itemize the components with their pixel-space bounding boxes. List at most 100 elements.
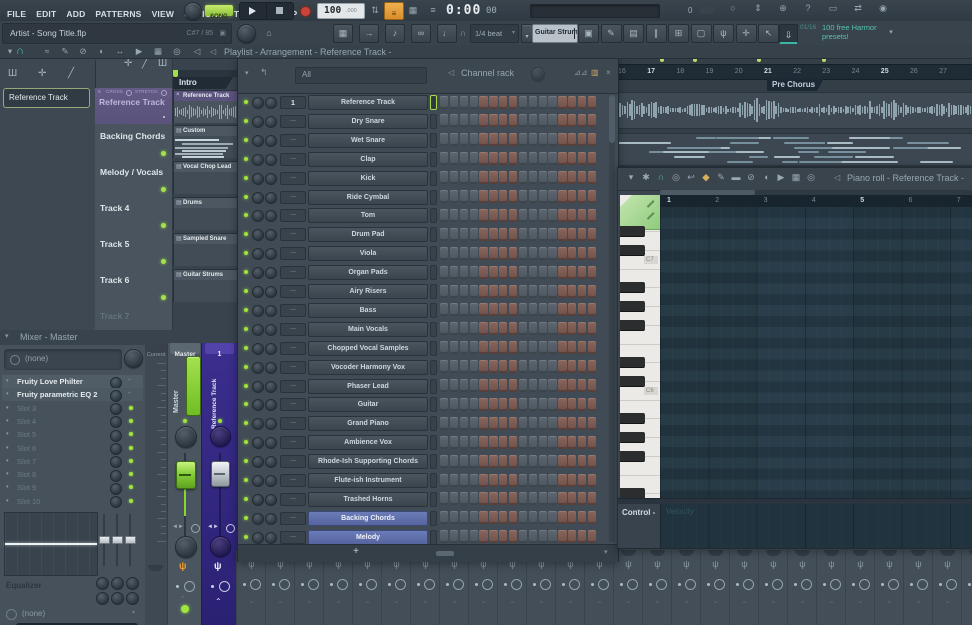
channel-pan-knob[interactable] [252, 475, 264, 487]
track-mute-led[interactable] [161, 223, 166, 228]
step-cell[interactable] [529, 379, 537, 392]
step-cell[interactable] [479, 511, 487, 524]
step-cell[interactable] [489, 96, 497, 109]
step-cell[interactable] [558, 417, 566, 430]
step-cell[interactable] [539, 511, 547, 524]
strip-plug-icon[interactable]: ψ [730, 559, 759, 569]
channel-volume-knob[interactable] [265, 210, 277, 222]
step-cell[interactable] [450, 152, 458, 165]
step-cell[interactable] [548, 360, 556, 373]
step-cell[interactable] [568, 190, 576, 203]
step-cell[interactable] [499, 530, 507, 543]
step-cell[interactable] [539, 190, 547, 203]
step-cell[interactable] [529, 171, 537, 184]
track-name-input[interactable]: Reference Track [3, 88, 90, 108]
step-cell[interactable] [460, 322, 468, 335]
step-cell[interactable] [499, 398, 507, 411]
step-cell[interactable] [450, 474, 458, 487]
channel-pan-knob[interactable] [252, 494, 264, 506]
step-cell[interactable] [568, 114, 576, 127]
step-cell[interactable] [578, 114, 586, 127]
step-cell[interactable] [440, 360, 448, 373]
black-key[interactable] [620, 282, 645, 293]
channel-target-indicator[interactable] [430, 114, 437, 129]
mixer-insert-strip[interactable]: ψ⌃ [758, 550, 788, 625]
step-cell[interactable] [509, 417, 517, 430]
track-mute-led[interactable] [161, 295, 166, 300]
strip-clock-icon[interactable] [424, 579, 435, 590]
step-cell[interactable] [440, 133, 448, 146]
step-cell[interactable] [578, 285, 586, 298]
mixer-insert-strip[interactable]: ψ⌃ [816, 550, 846, 625]
step-cell[interactable] [450, 190, 458, 203]
video-icon[interactable]: ▭ [826, 3, 840, 14]
channel-button[interactable]: Bass [308, 303, 428, 318]
step-cell[interactable] [470, 455, 478, 468]
step-cell[interactable] [578, 511, 586, 524]
pattern-clip-lane[interactable] [617, 133, 972, 166]
clip-body[interactable] [173, 136, 238, 158]
step-cell[interactable] [519, 266, 527, 279]
step-cell[interactable] [470, 492, 478, 505]
step-cell[interactable] [499, 511, 507, 524]
playlist-track-header[interactable]: ≡CROSSSTRETCHReference Track [95, 88, 172, 125]
step-cell[interactable] [509, 341, 517, 354]
step-cell[interactable] [489, 322, 497, 335]
step-cell[interactable] [519, 285, 527, 298]
channel-enable-led[interactable] [244, 119, 248, 123]
step-cell[interactable] [519, 303, 527, 316]
strip-clock-icon[interactable] [540, 579, 551, 590]
snap-magnet-icon[interactable]: ∩ [654, 172, 668, 182]
step-cell[interactable] [489, 285, 497, 298]
channel-target-indicator[interactable] [430, 284, 437, 299]
step-cell[interactable] [558, 455, 566, 468]
strip-clock-icon[interactable] [656, 579, 667, 590]
step-cell[interactable] [489, 303, 497, 316]
step-cell[interactable] [578, 190, 586, 203]
stretch-knob[interactable] [161, 90, 167, 96]
step-cell[interactable] [568, 341, 576, 354]
zone-tool-icon[interactable]: ▦ [151, 46, 165, 57]
playlist-mini-timeline[interactable] [173, 70, 238, 77]
step-cell[interactable] [519, 322, 527, 335]
step-cell[interactable] [509, 492, 517, 505]
step-cell[interactable] [588, 228, 596, 241]
step-cell[interactable] [509, 398, 517, 411]
swap-icon[interactable]: ⇄ [851, 3, 865, 14]
step-cell[interactable] [548, 492, 556, 505]
channel-filter-dropdown[interactable]: All [295, 67, 427, 84]
step-cell[interactable] [539, 436, 547, 449]
step-cell[interactable] [509, 303, 517, 316]
step-cell[interactable] [499, 285, 507, 298]
channel-display[interactable]: — [280, 172, 306, 185]
channel-pan-knob[interactable] [252, 248, 264, 260]
playback-tool-icon[interactable]: ◁ [190, 46, 204, 57]
step-cell[interactable] [519, 114, 527, 127]
close-icon[interactable]: × [606, 68, 611, 77]
strip-chevron-icon[interactable]: ⌃ [469, 600, 498, 609]
channel-target-indicator[interactable] [430, 303, 437, 318]
step-cell[interactable] [519, 492, 527, 505]
step-cell[interactable] [460, 341, 468, 354]
channel-button[interactable]: Flute-ish Instrument [308, 473, 428, 488]
channel-target-indicator[interactable] [430, 397, 437, 412]
step-cell[interactable] [539, 209, 547, 222]
channel-pan-knob[interactable] [252, 399, 264, 411]
playlist-track-header[interactable]: Track 6 [95, 268, 172, 305]
step-cell[interactable] [519, 228, 527, 241]
step-cell[interactable] [470, 209, 478, 222]
step-cell[interactable] [479, 171, 487, 184]
strip-clock-icon[interactable] [511, 579, 522, 590]
black-key[interactable] [620, 451, 645, 462]
step-cell[interactable] [440, 152, 448, 165]
step-cell[interactable] [529, 511, 537, 524]
step-cell[interactable] [440, 209, 448, 222]
move-tool-icon[interactable]: ✛ [38, 68, 46, 79]
step-cell[interactable] [578, 96, 586, 109]
step-cell[interactable] [558, 247, 566, 260]
channel-pan-knob[interactable] [252, 154, 264, 166]
playlist-track-header[interactable]: Backing Chords [95, 124, 172, 161]
step-cell[interactable] [460, 228, 468, 241]
step-cell[interactable] [499, 247, 507, 260]
strip-plug-icon[interactable]: ψ [672, 559, 701, 569]
